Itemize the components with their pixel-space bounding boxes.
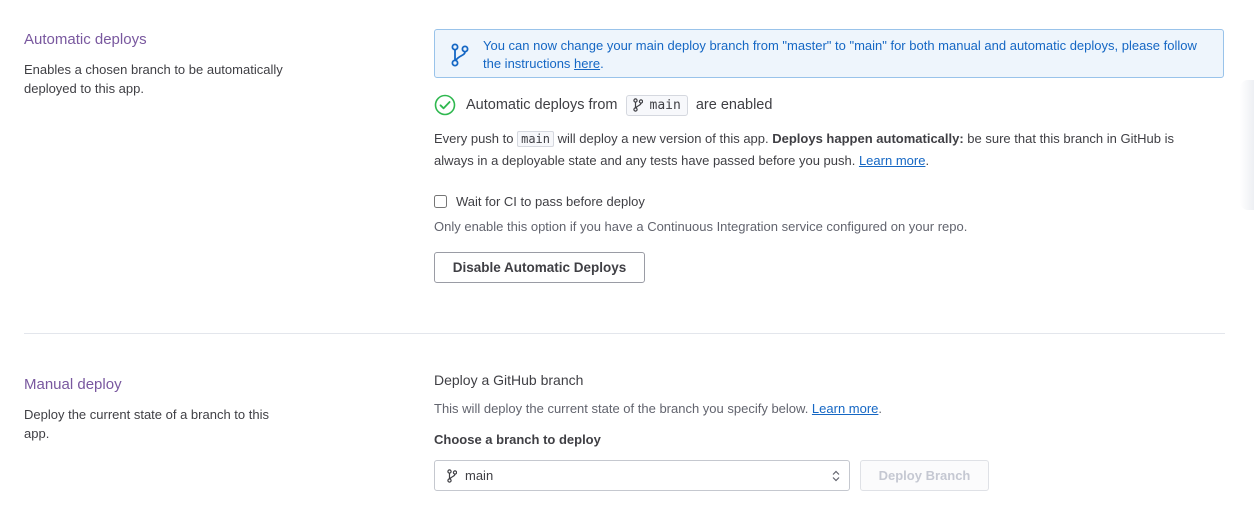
branch-pill: main xyxy=(625,94,688,116)
branch-notice-text: You can now change your main deploy bran… xyxy=(483,38,1197,71)
auto-deploy-status: Automatic deploys from main are enabled xyxy=(434,93,772,117)
chevron-updown-icon xyxy=(832,470,840,482)
check-circle-icon xyxy=(434,94,456,116)
branch-icon xyxy=(632,98,643,112)
ci-hint: Only enable this option if you have a Co… xyxy=(434,219,968,234)
disable-automatic-deploys-button[interactable]: Disable Automatic Deploys xyxy=(434,252,645,283)
section-divider xyxy=(24,333,1225,334)
branch-icon xyxy=(447,468,457,483)
manual-deploy-description: Deploy the current state of a branch to … xyxy=(24,407,269,441)
status-suffix: are enabled xyxy=(695,97,773,113)
status-prefix: Automatic deploys from xyxy=(466,97,618,113)
deploy-github-branch-heading: Deploy a GitHub branch xyxy=(434,372,584,388)
branch-name: main xyxy=(649,97,681,113)
manual-deploy-info: This will deploy the current state of th… xyxy=(434,401,883,416)
wait-for-ci-checkbox[interactable] xyxy=(434,195,447,208)
push-info-bold: Deploys happen automatically: xyxy=(772,131,964,146)
wait-for-ci-label: Wait for CI to pass before deploy xyxy=(456,194,645,209)
deploy-branch-button[interactable]: Deploy Branch xyxy=(860,460,989,491)
wait-for-ci-option[interactable]: Wait for CI to pass before deploy xyxy=(434,194,645,209)
branch-select[interactable]: main xyxy=(434,460,850,491)
branch-icon xyxy=(451,43,469,72)
automatic-deploys-description: Enables a chosen branch to be automatica… xyxy=(24,62,283,96)
automatic-deploys-title: Automatic deploys xyxy=(24,31,147,48)
learn-more-link[interactable]: Learn more xyxy=(859,153,925,168)
branch-notice: You can now change your main deploy bran… xyxy=(434,29,1224,78)
manual-deploy-title: Manual deploy xyxy=(24,376,122,393)
push-info: Every push to main will deploy a new ver… xyxy=(434,131,1174,168)
scroll-edge-shadow xyxy=(1240,80,1254,210)
branch-code: main xyxy=(517,131,555,147)
manual-learn-more-link[interactable]: Learn more xyxy=(812,401,878,416)
instructions-link[interactable]: here xyxy=(574,56,600,71)
selected-branch: main xyxy=(465,468,494,483)
choose-branch-label: Choose a branch to deploy xyxy=(434,432,601,447)
